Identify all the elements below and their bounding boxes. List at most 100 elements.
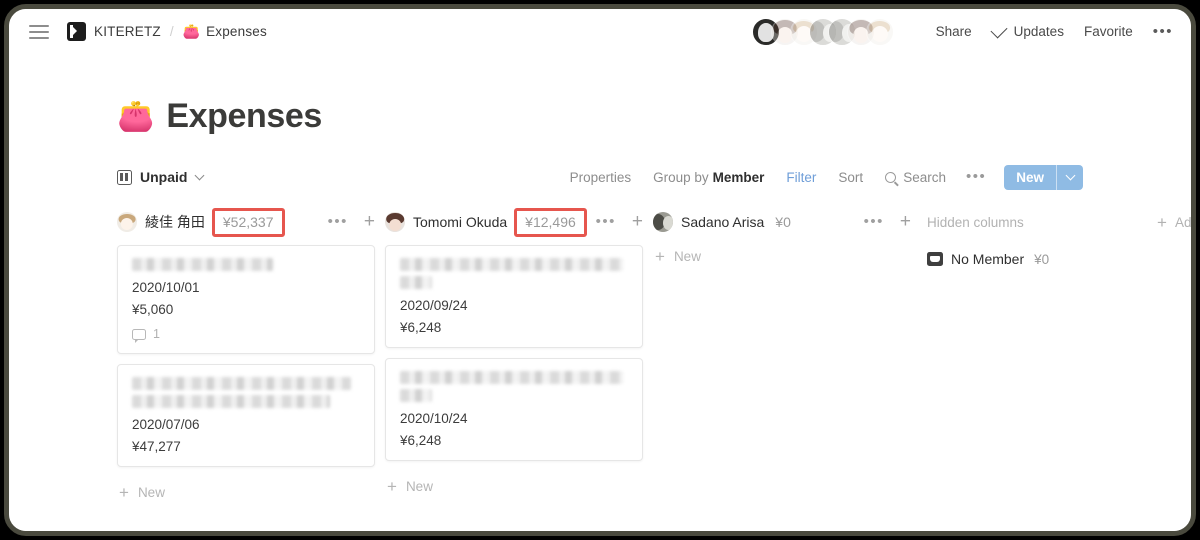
page-title-text[interactable]: Expenses [166,97,322,136]
column-header: Sadano Arisa ¥0 ••• + [653,205,921,239]
sort-button[interactable]: Sort [838,170,863,185]
board-view-icon [117,169,132,185]
card-title-redacted [400,258,624,271]
card-title-redacted [132,377,351,390]
column-more-icon[interactable]: ••• [864,214,884,229]
favorite-button[interactable]: Favorite [1084,24,1133,39]
filter-label: Filter [786,169,817,185]
plus-icon: + [387,477,397,496]
column-sum-highlighted: ¥12,496 [514,207,587,237]
group-by-button[interactable]: Group by Member [653,170,764,185]
more-options-icon[interactable]: ••• [1153,24,1173,39]
card-comment-meta: 1 [132,327,360,343]
add-group-button[interactable]: + Add [1157,205,1191,239]
column-more-icon[interactable]: ••• [328,214,348,229]
card-title-redacted [132,395,331,408]
browser-window-frame: KITERETZ / 👛 Expenses Share Updates Favo… [4,4,1196,536]
view-tab-unpaid[interactable]: Unpaid [117,169,205,185]
new-record-button[interactable]: New [1004,164,1083,190]
app-viewport: KITERETZ / 👛 Expenses Share Updates Favo… [9,9,1191,531]
card-title-redacted [400,389,432,402]
column-new-card-button[interactable]: + New [385,471,653,496]
hidden-column-sum: ¥0 [1034,251,1050,267]
column-add-icon[interactable]: + [900,212,911,231]
filter-button[interactable]: Filter [786,170,816,185]
breadcrumb-page-label: Expenses [206,24,267,39]
board-card[interactable]: 2020/10/01 ¥5,060 1 [117,245,375,354]
card-date: 2020/09/24 [400,298,468,313]
screen: KITERETZ / 👛 Expenses Share Updates Favo… [0,0,1200,540]
column-title[interactable]: Tomomi Okuda [413,214,507,230]
column-add-icon[interactable]: + [364,212,375,231]
column-more-icon[interactable]: ••• [596,214,616,229]
new-card-label: New [405,479,433,494]
hidden-column-title: No Member [951,251,1025,267]
avatar[interactable] [865,17,894,46]
breadcrumb-separator: / [169,24,174,39]
database-toolbar: Unpaid Properties Group by Member Filter [9,162,1191,192]
updates-label: Updates [1013,24,1064,39]
chevron-down-icon [195,170,205,180]
column-actions: ••• + [596,212,643,231]
column-cards: 2020/10/01 ¥5,060 1 2020/07/06 ¥47,277 +… [117,239,385,502]
board-column-3: Sadano Arisa ¥0 ••• + + New [653,205,921,265]
plus-icon: + [1157,212,1167,232]
sort-label: Sort [838,169,864,185]
column-new-card-button[interactable]: + New [653,245,921,265]
card-amount: ¥6,248 [400,320,442,335]
column-actions: ••• + [328,212,375,231]
search-label: Search [903,169,946,185]
breadcrumb-page[interactable]: 👛 Expenses [183,23,267,40]
page-title: 👛 Expenses [117,97,322,136]
board-card[interactable]: 2020/09/24 ¥6,248 [385,245,643,348]
new-card-label: New [673,249,701,264]
top-bar-actions: Share Updates Favorite ••• [751,17,1173,46]
toolbar-more-icon[interactable]: ••• [966,169,986,184]
board-card[interactable]: 2020/10/24 ¥6,248 [385,358,643,461]
hamburger-menu-icon[interactable] [29,24,49,39]
comment-icon [132,328,146,343]
view-tab-label: Unpaid [140,169,188,185]
purse-emoji-icon: 👛 [182,23,201,39]
card-date: 2020/07/06 [132,417,200,432]
column-cards: + New [653,239,921,265]
board-card[interactable]: 2020/07/06 ¥47,277 [117,364,375,467]
avatar [385,212,405,232]
new-record-label: New [1016,169,1044,185]
breadcrumb-workspace[interactable]: KITERETZ [67,22,161,41]
hidden-columns-section: Hidden columns No Member ¥0 [921,205,1157,267]
column-title[interactable]: Sadano Arisa [681,214,764,230]
card-amount: ¥47,277 [132,439,181,454]
column-add-icon[interactable]: + [632,212,643,231]
collaborator-avatars[interactable] [751,17,894,46]
column-title[interactable]: 綾佳 角田 [145,212,205,232]
page-icon-purse-emoji[interactable]: 👛 [117,101,154,132]
card-date: 2020/10/24 [400,411,468,426]
search-button[interactable]: Search [885,170,946,185]
group-by-value: Member [712,169,765,185]
avatar [653,212,673,232]
plus-icon: + [119,483,129,502]
hidden-column-no-member[interactable]: No Member ¥0 [927,251,1157,267]
new-record-dropdown[interactable] [1057,165,1083,190]
chevron-down-icon [1065,170,1075,181]
board-column-2: Tomomi Okuda ¥12,496 ••• + 2020/09/24 ¥6 [385,205,653,496]
share-button[interactable]: Share [936,24,972,39]
properties-label: Properties [569,169,632,185]
hidden-columns-heading: Hidden columns [927,214,1024,230]
avatar [117,212,137,232]
column-sum: ¥0 [775,214,791,230]
column-cards: 2020/09/24 ¥6,248 2020/10/24 ¥6,248 + Ne… [385,239,653,496]
comment-count: 1 [153,327,160,341]
new-card-label: New [137,485,165,500]
properties-button[interactable]: Properties [570,170,632,185]
card-title-redacted [400,276,432,289]
column-sum-highlighted: ¥52,337 [211,207,285,237]
inbox-icon [927,252,943,266]
board-column-1: 綾佳 角田 ¥52,337 ••• + 2020/10/01 ¥5,060 1 … [117,205,385,502]
favorite-label: Favorite [1083,24,1133,39]
updates-button[interactable]: Updates [990,21,1064,39]
check-icon [990,21,1008,39]
card-title-redacted [132,258,274,271]
column-new-card-button[interactable]: + New [117,477,385,502]
